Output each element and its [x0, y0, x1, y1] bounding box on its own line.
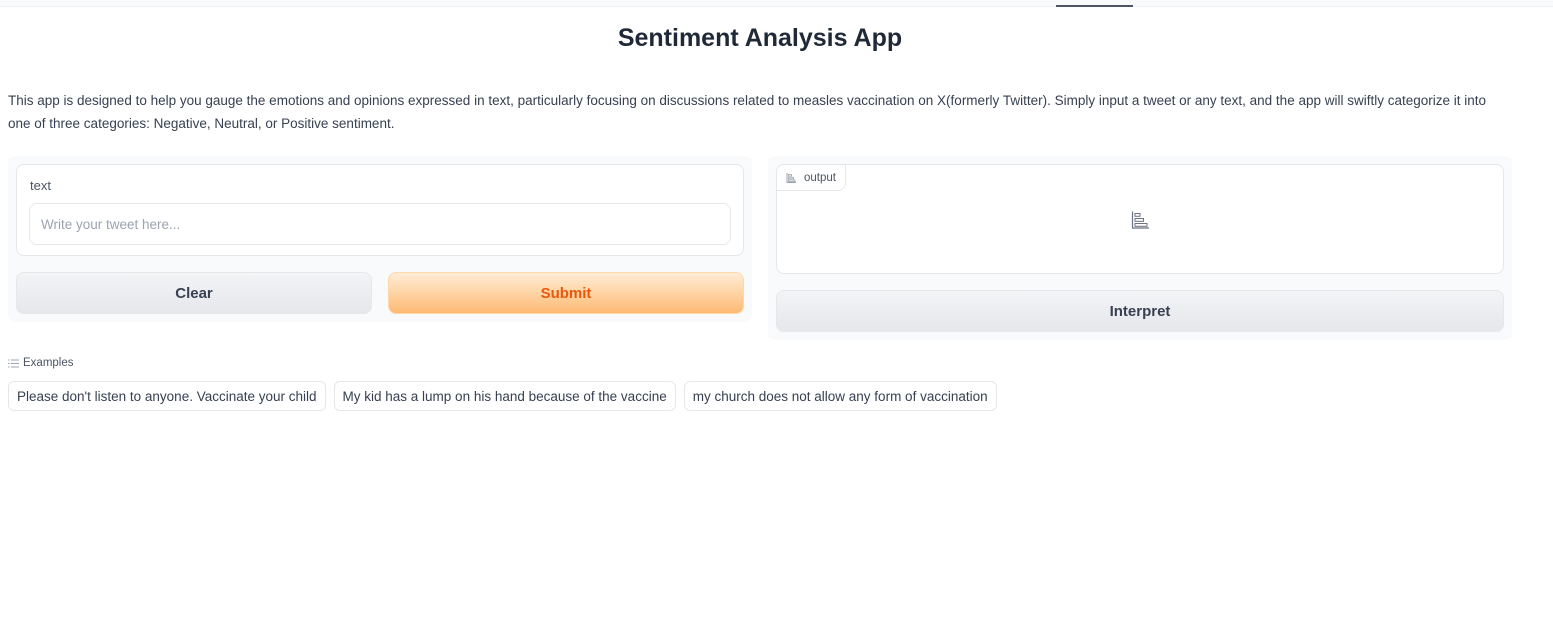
example-item[interactable]: My kid has a lump on his hand because of… — [333, 381, 676, 411]
text-input-block: text — [16, 164, 744, 256]
output-label-tab: output — [777, 165, 846, 191]
list-icon — [8, 359, 19, 367]
output-label: output — [804, 171, 836, 184]
bar-chart-icon — [786, 172, 796, 183]
top-bar — [0, 0, 1553, 7]
examples-label: Examples — [23, 357, 74, 369]
examples-list: Please don't listen to anyone. Vaccinate… — [8, 381, 997, 411]
output-block: output — [776, 164, 1504, 274]
text-input-label: text — [30, 178, 51, 193]
active-tab-indicator — [1056, 5, 1133, 7]
interpret-button[interactable]: Interpret — [776, 290, 1504, 332]
example-item[interactable]: Please don't listen to anyone. Vaccinate… — [8, 381, 326, 411]
page-title: Sentiment Analysis App — [617, 24, 903, 52]
output-panel: output Interpret — [768, 156, 1512, 340]
submit-button[interactable]: Submit — [388, 272, 744, 314]
example-item[interactable]: my church does not allow any form of vac… — [683, 381, 997, 411]
input-panel: text Clear Submit — [8, 156, 752, 322]
empty-output-chart-icon — [1131, 211, 1149, 229]
app-description: This app is designed to help you gauge t… — [8, 93, 1487, 131]
tweet-text-input[interactable] — [29, 203, 731, 245]
clear-button[interactable]: Clear — [16, 272, 372, 314]
examples-header: Examples — [8, 357, 74, 369]
